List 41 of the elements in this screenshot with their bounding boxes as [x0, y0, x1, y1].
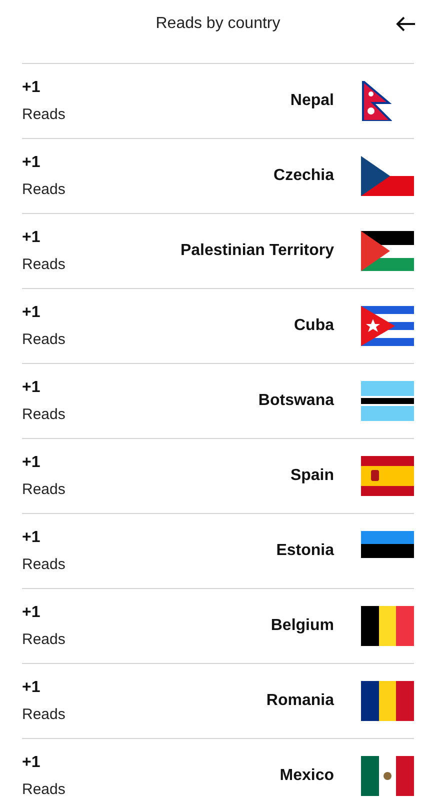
- reads-label: Reads: [22, 404, 66, 424]
- reads-label: Reads: [22, 330, 66, 350]
- country-name: Botswana: [258, 391, 334, 411]
- read-count: +1: [22, 452, 42, 472]
- reads-label: Reads: [22, 630, 66, 650]
- country-name: Spain: [290, 466, 334, 486]
- read-count: +1: [22, 78, 42, 98]
- flag-icon: [361, 606, 414, 646]
- reads-label: Reads: [22, 180, 66, 200]
- country-name: Czechia: [274, 166, 334, 186]
- country-name: Mexico: [280, 766, 334, 786]
- read-count: +1: [22, 602, 42, 622]
- flag-icon: [361, 681, 414, 721]
- flag-icon: [361, 456, 414, 496]
- reads-label: Reads: [22, 104, 66, 124]
- flag-icon: [361, 756, 414, 796]
- flag-icon: [361, 156, 414, 196]
- country-name: Belgium: [270, 616, 334, 636]
- flag-icon: [361, 81, 392, 121]
- reads-label: Reads: [22, 780, 66, 800]
- reads-label: Reads: [22, 480, 66, 500]
- country-name: Nepal: [290, 91, 334, 111]
- read-count: +1: [22, 228, 42, 248]
- read-count: +1: [22, 302, 42, 322]
- read-count: +1: [22, 752, 42, 772]
- read-count: +1: [22, 678, 42, 698]
- country-name: Palestinian Territory: [180, 241, 334, 261]
- flag-icon: [361, 231, 414, 271]
- read-count: +1: [22, 152, 42, 172]
- flag-icon: [361, 381, 414, 421]
- back-arrow-icon: [396, 16, 416, 32]
- country-name: Estonia: [276, 541, 334, 561]
- flag-icon: [361, 306, 414, 346]
- reads-label: Reads: [22, 254, 66, 274]
- reads-label: Reads: [22, 554, 66, 574]
- country-name: Romania: [266, 691, 334, 711]
- country-name: Cuba: [294, 316, 334, 336]
- page-title: Reads by country: [156, 14, 280, 34]
- reads-label: Reads: [22, 704, 66, 724]
- read-count: +1: [22, 528, 42, 548]
- read-count: +1: [22, 378, 42, 398]
